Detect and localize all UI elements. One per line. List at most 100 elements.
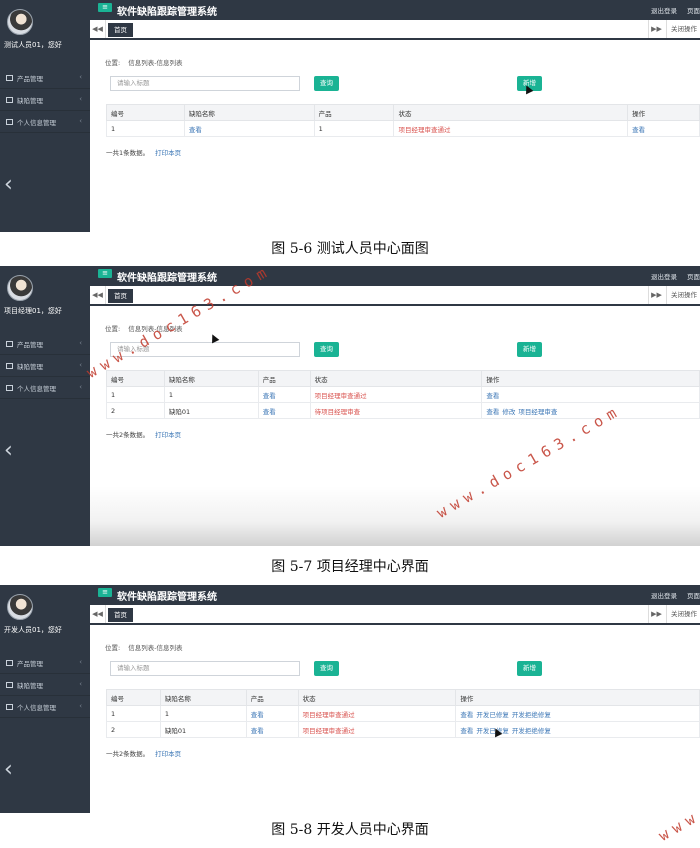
close-ops-button[interactable]: 关闭操作 xyxy=(666,20,700,38)
cell-product-link[interactable]: 查看 xyxy=(251,711,264,719)
search-input[interactable]: 请输入标题 xyxy=(110,661,300,676)
figure-caption: 图 5-6 测试人员中心面图 xyxy=(271,241,429,257)
chevron-left-icon: ‹ xyxy=(79,702,82,710)
tab-bar: ◀◀ 首页 ▶▶ 关闭操作 xyxy=(90,20,700,40)
table-row: 1 查看 1 项目经理审查通过 查看 xyxy=(106,120,700,137)
breadcrumb-label: 位置: xyxy=(105,59,121,67)
print-link[interactable]: 打印本页 xyxy=(155,431,181,439)
table-row: 1 1 查看 项目经理审查通过 查看 xyxy=(106,386,700,403)
breadcrumb-path: 信息列表-信息列表 xyxy=(128,59,183,67)
column-header: 状态 xyxy=(297,689,457,706)
page-link[interactable]: 页面 xyxy=(687,7,700,15)
monitor-icon xyxy=(6,659,13,666)
sidebar-item-defect[interactable]: 缺陷管理 ‹ xyxy=(0,674,90,696)
cell-status: 项目经理审查通过 xyxy=(314,391,367,400)
collapse-arrow-icon[interactable]: ‹ xyxy=(4,438,13,463)
cell-name: 缺陷01 xyxy=(163,402,259,419)
sidebar-item-profile[interactable]: 个人信息管理 ‹ xyxy=(0,111,90,133)
screenshot-developer-center: 开发人员01，您好 产品管理 ‹ 缺陷管理 ‹ 个人信息管理 ‹ ‹ ≡ 软件缺陷跟踪… xyxy=(0,585,700,813)
logout-link[interactable]: 退出登录 xyxy=(651,592,677,600)
tab-prev-icon[interactable]: ◀◀ xyxy=(90,286,106,304)
search-button[interactable]: 查询 xyxy=(314,76,339,91)
sidebar-item-product[interactable]: 产品管理 ‹ xyxy=(0,652,90,674)
view-link[interactable]: 查看 xyxy=(486,408,499,416)
sidebar-item-product[interactable]: 产品管理 ‹ xyxy=(0,333,90,355)
sidebar-item-profile[interactable]: 个人信息管理 ‹ xyxy=(0,696,90,718)
record-count: 一共2条数据。 xyxy=(106,750,150,758)
tab-home[interactable]: 首页 xyxy=(108,289,133,303)
avatar[interactable] xyxy=(7,594,33,620)
table-summary: 一共2条数据。 打印本页 xyxy=(106,429,181,439)
column-header: 产品 xyxy=(313,104,395,121)
collapse-arrow-icon[interactable]: ‹ xyxy=(4,172,13,197)
menu-toggle-icon[interactable]: ≡ xyxy=(98,269,112,278)
add-button[interactable]: 新增 xyxy=(517,661,542,676)
cell-product-link[interactable]: 查看 xyxy=(251,727,264,735)
tab-next-icon[interactable]: ▶▶ xyxy=(648,286,664,304)
sidebar-item-label: 个人信息管理 xyxy=(17,384,56,393)
tab-prev-icon[interactable]: ◀◀ xyxy=(90,20,106,38)
breadcrumb-label: 位置: xyxy=(105,644,121,652)
dev-reject-link[interactable]: 开发拒绝修复 xyxy=(512,727,551,735)
monitor-icon xyxy=(6,340,13,347)
chevron-left-icon: ‹ xyxy=(79,383,82,391)
sidebar-item-label: 缺陷管理 xyxy=(17,96,43,105)
screenshot-manager-center: 项目经理01，您好 产品管理 ‹ 缺陷管理 ‹ 个人信息管理 ‹ ‹ ≡ 软件缺陷跟踪… xyxy=(0,266,700,546)
view-link[interactable]: 查看 xyxy=(460,727,473,735)
cell-name-link[interactable]: 查看 xyxy=(189,126,202,134)
system-title: 软件缺陷跟踪管理系统 xyxy=(117,273,217,284)
search-button[interactable]: 查询 xyxy=(314,342,339,357)
cell-product-link[interactable]: 查看 xyxy=(263,392,276,400)
sidebar-item-defect[interactable]: 缺陷管理 ‹ xyxy=(0,89,90,111)
screenshot-tester-center: 测试人员01，您好 产品管理 ‹ 缺陷管理 ‹ 个人信息管理 ‹ ‹ ≡ 软件缺陷跟踪… xyxy=(0,0,700,232)
sidebar-item-product[interactable]: 产品管理 ‹ xyxy=(0,67,90,89)
column-header: 操作 xyxy=(627,104,700,121)
manager-review-link[interactable]: 项目经理审查 xyxy=(518,408,557,416)
search-button[interactable]: 查询 xyxy=(314,661,339,676)
sidebar-item-profile[interactable]: 个人信息管理 ‹ xyxy=(0,377,90,399)
sidebar-item-defect[interactable]: 缺陷管理 ‹ xyxy=(0,355,90,377)
search-input[interactable]: 请输入标题 xyxy=(110,76,300,91)
add-button[interactable]: 新增 xyxy=(517,342,542,357)
page-link[interactable]: 页面 xyxy=(687,592,700,600)
collapse-arrow-icon[interactable]: ‹ xyxy=(4,757,13,782)
print-link[interactable]: 打印本页 xyxy=(155,750,181,758)
page-link[interactable]: 页面 xyxy=(687,273,700,281)
close-ops-button[interactable]: 关闭操作 xyxy=(666,286,700,304)
breadcrumb: 位置: 信息列表-信息列表 xyxy=(105,57,183,67)
logout-link[interactable]: 退出登录 xyxy=(651,7,677,15)
logout-link[interactable]: 退出登录 xyxy=(651,273,677,281)
breadcrumb: 位置: 信息列表-信息列表 xyxy=(105,642,183,652)
column-header: 操作 xyxy=(481,370,700,387)
record-count: 一共2条数据。 xyxy=(106,431,150,439)
tab-home[interactable]: 首页 xyxy=(108,608,133,622)
cell-product: 1 xyxy=(313,120,395,137)
menu-toggle-icon[interactable]: ≡ xyxy=(98,3,112,12)
cell-status: 项目经理审查通过 xyxy=(398,125,451,134)
tab-next-icon[interactable]: ▶▶ xyxy=(648,20,664,38)
cell-status: 待项目经理审查 xyxy=(314,407,361,416)
edit-link[interactable]: 修改 xyxy=(502,408,515,416)
tab-prev-icon[interactable]: ◀◀ xyxy=(90,605,106,623)
avatar[interactable] xyxy=(7,275,33,301)
view-link[interactable]: 查看 xyxy=(486,392,499,400)
avatar[interactable] xyxy=(7,9,33,35)
view-link[interactable]: 查看 xyxy=(460,711,473,719)
view-link[interactable]: 查看 xyxy=(632,126,645,134)
cell-id: 1 xyxy=(106,705,161,722)
topbar: ≡ 软件缺陷跟踪管理系统 退出登录 页面 xyxy=(90,585,700,605)
column-header: 编号 xyxy=(106,370,165,387)
main-content: 位置: 信息列表-信息列表 请输入标题 查询 新增 编号 缺陷名称 产品 状态 操… xyxy=(90,42,700,232)
tab-next-icon[interactable]: ▶▶ xyxy=(648,605,664,623)
print-link[interactable]: 打印本页 xyxy=(155,149,181,157)
dev-fixed-link[interactable]: 开发已修复 xyxy=(476,711,509,719)
cell-product-link[interactable]: 查看 xyxy=(263,408,276,416)
close-ops-button[interactable]: 关闭操作 xyxy=(666,605,700,623)
chevron-left-icon: ‹ xyxy=(79,361,82,369)
breadcrumb-label: 位置: xyxy=(105,325,121,333)
menu-toggle-icon[interactable]: ≡ xyxy=(98,588,112,597)
column-header: 状态 xyxy=(309,370,483,387)
tab-home[interactable]: 首页 xyxy=(108,23,133,37)
dev-reject-link[interactable]: 开发拒绝修复 xyxy=(512,711,551,719)
tab-bar: ◀◀ 首页 ▶▶ 关闭操作 xyxy=(90,605,700,625)
